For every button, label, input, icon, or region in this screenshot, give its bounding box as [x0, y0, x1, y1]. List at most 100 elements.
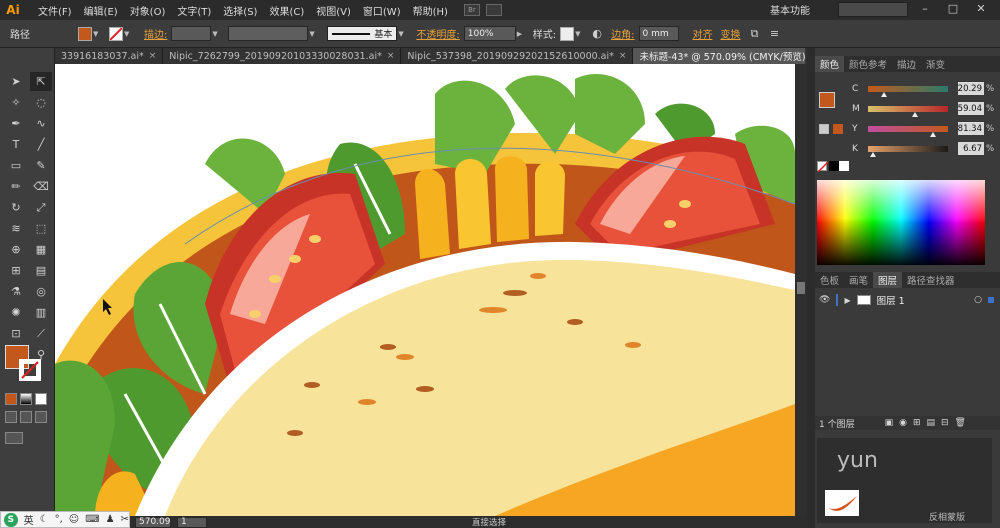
selection-indicator[interactable]	[988, 297, 994, 303]
direct-selection-tool-icon[interactable]: ⇱	[30, 72, 52, 91]
chevron-down-icon[interactable]: ▼	[575, 30, 583, 38]
slider-thumb[interactable]	[930, 131, 937, 137]
arrange-documents-button[interactable]	[485, 4, 502, 16]
line-tool-icon[interactable]: ╱	[30, 135, 52, 154]
document-tab[interactable]: Nipic_537398_20190929202152610000.ai* ×	[401, 48, 634, 64]
panel-menu-icon[interactable]: ≡	[767, 26, 783, 42]
menu-item[interactable]: 文字(T)	[171, 3, 217, 18]
magic-wand-tool-icon[interactable]: ✧	[5, 93, 27, 112]
channel-slider[interactable]	[868, 145, 948, 157]
column-graph-tool-icon[interactable]: ▥	[30, 303, 52, 322]
emoji-icon[interactable]: ☺	[69, 514, 79, 525]
bridge-button[interactable]: Br	[463, 4, 480, 16]
stroke-link[interactable]: 描边:	[140, 26, 171, 41]
screen-mode-button[interactable]	[5, 432, 23, 444]
menu-item[interactable]: 对象(O)	[124, 3, 172, 18]
menu-item[interactable]: 帮助(H)	[407, 3, 454, 18]
tab-stroke[interactable]: 描边	[892, 56, 921, 72]
chevron-down-icon[interactable]: ▼	[124, 30, 132, 38]
close-icon[interactable]: ×	[619, 51, 627, 61]
blend-tool-icon[interactable]: ◎	[30, 282, 52, 301]
chevron-down-icon[interactable]: ▼	[398, 30, 406, 38]
none-swatch[interactable]	[817, 161, 829, 173]
perspective-grid-tool-icon[interactable]: ▦	[30, 240, 52, 259]
recolor-artwork-icon[interactable]: ◐	[589, 26, 605, 42]
eyedropper-tool-icon[interactable]: ⚗	[5, 282, 27, 301]
tab-color-guide[interactable]: 颜色参考	[844, 56, 892, 72]
corner-link[interactable]: 边角:	[607, 26, 638, 41]
tab-color[interactable]: 颜色	[815, 56, 845, 72]
chevron-right-icon[interactable]: ▶	[517, 30, 525, 38]
align-link[interactable]: 对齐	[689, 26, 717, 41]
channel-value-field[interactable]: 59.04	[958, 102, 984, 115]
artboard-tool-icon[interactable]: ⊡	[5, 324, 27, 343]
moon-icon[interactable]: ☾	[40, 514, 49, 525]
document-tab[interactable]: 未标题-43* @ 570.09% (CMYK/预览)×	[633, 48, 805, 64]
stroke-weight-field[interactable]	[171, 26, 212, 41]
maximize-button[interactable]: □	[946, 2, 960, 15]
menu-item[interactable]: 窗口(W)	[357, 3, 407, 18]
channel-slider[interactable]	[868, 125, 948, 137]
color-mode-button[interactable]	[5, 393, 17, 405]
tools-icon[interactable]: ✂	[121, 514, 129, 525]
draw-inside-button[interactable]	[35, 411, 47, 423]
layer-footer-buttons[interactable]: ▣◉⊞▤⊟🗑	[885, 418, 972, 428]
layer-row[interactable]: 👁 ▶ 图层 1 ○	[815, 292, 1000, 308]
artboard-canvas[interactable]	[55, 64, 795, 516]
gradient-mode-button[interactable]	[20, 393, 32, 405]
tab-layers[interactable]: 图层	[873, 272, 903, 288]
slider-thumb[interactable]	[870, 151, 877, 157]
warp-tool-icon[interactable]: ≋	[5, 219, 27, 238]
tab-swatches[interactable]: 色板	[815, 272, 844, 288]
stroke-swatch[interactable]	[109, 26, 123, 41]
menu-item[interactable]: 文件(F)	[32, 3, 78, 18]
opacity-field[interactable]: 100%	[463, 26, 516, 41]
color-panel-fill-swatch[interactable]	[819, 92, 835, 108]
vertical-scrollbar[interactable]	[795, 64, 807, 516]
target-icon[interactable]: ○	[974, 295, 982, 305]
lasso-tool-icon[interactable]: ◌	[30, 93, 52, 112]
isolate-icon[interactable]: ⧉	[747, 26, 763, 42]
slider-thumb[interactable]	[912, 111, 919, 117]
minimize-button[interactable]: –	[918, 2, 932, 15]
workspace-switcher[interactable]: 基本功能	[770, 2, 810, 17]
draw-behind-button[interactable]	[20, 411, 32, 423]
chevron-down-icon[interactable]: ▼	[212, 30, 220, 38]
opacity-link[interactable]: 不透明度:	[412, 26, 463, 41]
expand-arrow-icon[interactable]: ▶	[844, 296, 850, 305]
menu-item[interactable]: 效果(C)	[263, 3, 310, 18]
transform-link[interactable]: 变换	[717, 26, 745, 41]
color-spectrum[interactable]	[817, 180, 985, 265]
close-button[interactable]: ✕	[974, 2, 988, 15]
layer-name[interactable]: 图层 1	[877, 293, 905, 307]
document-tab[interactable]: Nipic_7262799_20190920103330028031.ai* ×	[163, 48, 402, 64]
tab-brushes[interactable]: 画笔	[844, 272, 873, 288]
chevron-down-icon[interactable]: ▼	[93, 30, 101, 38]
symbol-sprayer-tool-icon[interactable]: ✺	[5, 303, 27, 322]
channel-value-field[interactable]: 20.29	[958, 82, 984, 95]
close-icon[interactable]: ×	[149, 51, 157, 61]
paintbrush-tool-icon[interactable]: ✎	[30, 156, 52, 175]
out-of-gamut-cube-icon[interactable]	[819, 124, 829, 134]
shape-builder-tool-icon[interactable]: ⊕	[5, 240, 27, 259]
mesh-tool-icon[interactable]: ⊞	[5, 261, 27, 280]
curvature-tool-icon[interactable]: ∿	[30, 114, 52, 133]
scale-tool-icon[interactable]: ⤢	[30, 198, 52, 217]
pencil-tool-icon[interactable]: ✏	[5, 177, 27, 196]
variable-width-profile[interactable]	[228, 26, 309, 41]
menu-item[interactable]: 选择(S)	[217, 3, 263, 18]
type-tool-icon[interactable]: T	[5, 135, 27, 154]
black-swatch[interactable]	[829, 161, 839, 171]
ime-language[interactable]: 英	[24, 512, 34, 527]
corner-radius-field[interactable]: 0 mm	[638, 26, 679, 41]
menu-item[interactable]: 视图(V)	[310, 3, 357, 18]
rotate-tool-icon[interactable]: ↻	[5, 198, 27, 217]
slice-tool-icon[interactable]: ⟋	[30, 324, 52, 343]
search-input[interactable]	[838, 2, 908, 17]
punctuation-icon[interactable]: °,	[55, 514, 63, 525]
channel-slider[interactable]	[868, 105, 948, 117]
document-tab[interactable]: 33916183037.ai* ×	[55, 48, 164, 64]
draw-normal-button[interactable]	[5, 411, 17, 423]
gamut-swatch[interactable]	[833, 124, 843, 134]
chevron-down-icon[interactable]: ▼	[309, 30, 317, 38]
